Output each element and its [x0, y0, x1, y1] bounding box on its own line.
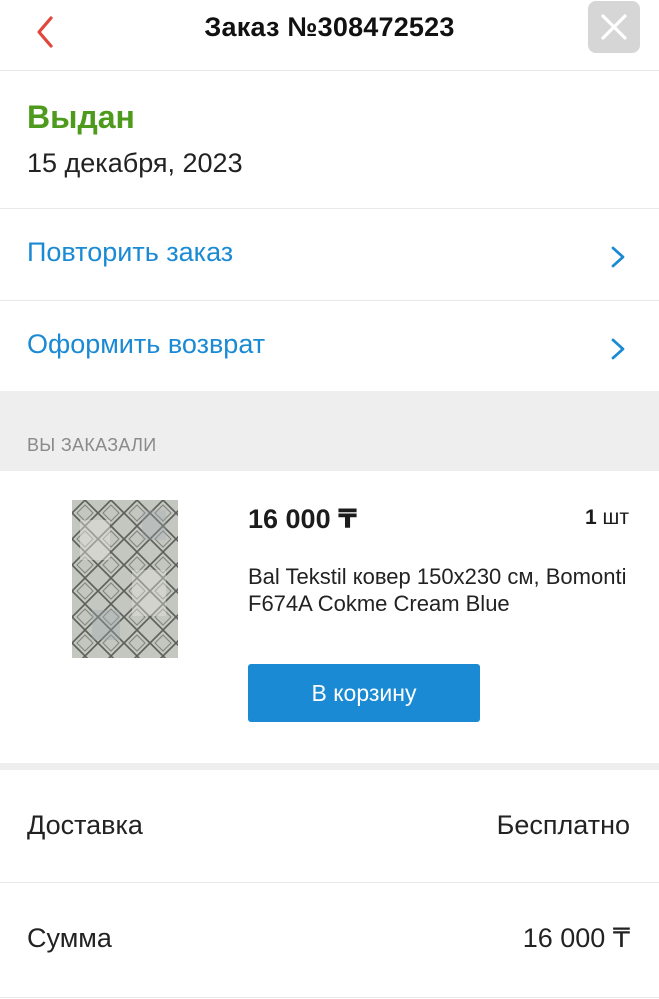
total-value: 16 000 ₸ [522, 923, 630, 953]
return-order-button[interactable]: Оформить возврат [0, 301, 659, 390]
add-to-cart-button[interactable]: В корзину [248, 664, 480, 722]
product-quantity: 1 шт [585, 506, 629, 530]
order-date: 15 декабря, 2023 [27, 148, 243, 178]
quantity-number: 1 [585, 506, 597, 529]
total-row: Сумма 16 000 ₸ [0, 883, 659, 998]
order-status: Выдан [27, 99, 135, 135]
section-label: ВЫ ЗАКАЗАЛИ [27, 435, 157, 455]
quantity-unit: шт [602, 506, 629, 529]
order-details-screen: Заказ №308472523 Выдан 15 декабря, 2023 … [0, 0, 659, 999]
section-divider [0, 763, 659, 770]
close-button[interactable] [588, 1, 640, 53]
chevron-right-icon [611, 338, 625, 360]
close-icon [601, 14, 627, 40]
return-order-label: Оформить возврат [27, 329, 266, 359]
order-status-section: Выдан 15 декабря, 2023 [0, 71, 659, 209]
top-bar: Заказ №308472523 [0, 0, 659, 71]
page-title: Заказ №308472523 [204, 12, 455, 42]
ordered-items-header: ВЫ ЗАКАЗАЛИ [0, 391, 659, 471]
product-name[interactable]: Bal Tekstil ковер 150x230 см, Bomonti F6… [248, 563, 628, 617]
product-price: 16 000 ₸ [248, 504, 357, 534]
product-image[interactable] [72, 500, 178, 658]
delivery-label: Доставка [27, 810, 143, 840]
order-item: 16 000 ₸ 1 шт Bal Tekstil ковер 150x230 … [0, 471, 659, 763]
repeat-order-button[interactable]: Повторить заказ [0, 209, 659, 301]
total-label: Сумма [27, 923, 112, 953]
delivery-row: Доставка Бесплатно [0, 770, 659, 883]
chevron-right-icon [611, 246, 625, 268]
delivery-value: Бесплатно [496, 810, 630, 840]
repeat-order-label: Повторить заказ [27, 237, 234, 267]
